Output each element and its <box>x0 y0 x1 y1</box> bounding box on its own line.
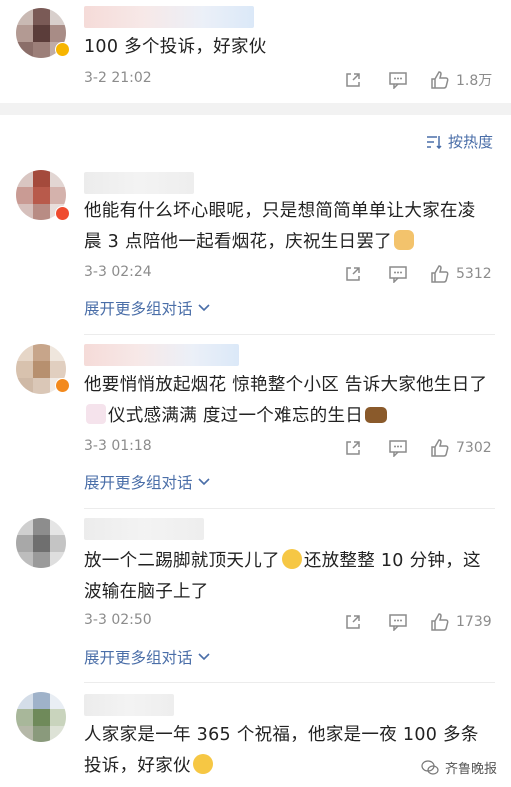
comment-icon[interactable] <box>388 436 408 460</box>
comment-text: 100 多个投诉，好家伙 <box>84 37 267 57</box>
like-button[interactable]: 7302 <box>430 436 492 460</box>
comment-icon[interactable] <box>388 262 408 286</box>
laugh-cry-emoji-icon <box>192 754 213 774</box>
sort-icon <box>426 135 442 149</box>
share-icon[interactable] <box>344 610 362 634</box>
like-button[interactable]: 1.8万 <box>430 68 492 92</box>
member-badge-icon <box>55 378 70 393</box>
share-icon[interactable] <box>344 262 362 286</box>
like-count: 1.8万 <box>456 73 493 89</box>
divider <box>84 682 495 683</box>
comment-text-content: 他要悄悄放起烟花 惊艳整个小区 告诉大家他生日了 <box>84 375 488 395</box>
section-separator <box>0 103 511 115</box>
birthday-cake-emoji-icon <box>86 404 106 424</box>
comment-feed: 100 多个投诉，好家伙 3-2 21:02 1.8万 按热度 他能有什么坏心眼… <box>0 0 511 787</box>
comment-time: 3-3 01:18 <box>84 438 152 454</box>
comment-icon[interactable] <box>388 610 408 634</box>
thumbs-up-icon <box>430 612 450 632</box>
doge-emoji-icon <box>393 230 414 250</box>
watermark: 齐鲁晚报 <box>421 758 497 777</box>
like-count: 7302 <box>456 440 492 456</box>
comment-text-content: 人家家是一年 365 个祝福，他家是一夜 100 多条投诉，好家伙 <box>84 725 479 776</box>
username-blurred[interactable] <box>84 694 174 716</box>
watermark-label: 齐鲁晚报 <box>444 762 497 777</box>
comment-text: 他能有什么坏心眼呢，只是想简简单单让大家在凌晨 3 点陪他一起看烟花，庆祝生日罢… <box>84 196 491 258</box>
like-count: 5312 <box>456 266 492 282</box>
expand-conversation-link[interactable]: 展开更多组对话 <box>84 471 211 493</box>
like-button[interactable]: 5312 <box>430 262 492 286</box>
chevron-down-icon <box>197 303 211 313</box>
chevron-down-icon <box>197 477 211 487</box>
member-badge-icon <box>55 206 70 221</box>
expand-label: 展开更多组对话 <box>84 474 193 492</box>
comment-time: 3-3 02:24 <box>84 264 152 280</box>
avatar[interactable] <box>16 692 66 742</box>
username-blurred[interactable] <box>84 172 194 194</box>
thumbs-up-icon <box>430 70 450 90</box>
username-blurred[interactable] <box>84 6 254 28</box>
smirk-emoji-icon <box>281 549 302 569</box>
thumbs-up-icon <box>430 264 450 284</box>
share-icon[interactable] <box>344 68 362 92</box>
expand-label: 展开更多组对话 <box>84 649 193 667</box>
comment-text: 他要悄悄放起烟花 惊艳整个小区 告诉大家他生日了仪式感满满 度过一个难忘的生日 <box>84 370 491 432</box>
comment-text: 放一个二踢脚就顶天儿了 还放整整 10 分钟，这波输在脑子上了 <box>84 546 491 608</box>
ox-emoji-icon <box>365 407 388 423</box>
like-button[interactable]: 1739 <box>430 610 492 634</box>
comment-time: 3-2 21:02 <box>84 70 152 86</box>
verified-badge-icon <box>55 42 70 57</box>
chevron-down-icon <box>197 652 211 662</box>
comment-text-content: 仪式感满满 度过一个难忘的生日 <box>108 406 364 426</box>
expand-conversation-link[interactable]: 展开更多组对话 <box>84 646 211 668</box>
like-count: 1739 <box>456 614 492 630</box>
expand-label: 展开更多组对话 <box>84 300 193 318</box>
comment-time: 3-3 02:50 <box>84 612 152 628</box>
share-icon[interactable] <box>344 436 362 460</box>
divider <box>84 334 495 335</box>
username-blurred[interactable] <box>84 344 239 366</box>
expand-conversation-link[interactable]: 展开更多组对话 <box>84 297 211 319</box>
avatar[interactable] <box>16 518 66 568</box>
sort-label: 按热度 <box>447 133 493 151</box>
comment-text-content: 他能有什么坏心眼呢，只是想简简单单让大家在凌晨 3 点陪他一起看烟花，庆祝生日罢… <box>84 201 476 252</box>
comment-icon[interactable] <box>388 68 408 92</box>
thumbs-up-icon <box>430 438 450 458</box>
username-blurred[interactable] <box>84 518 204 540</box>
sort-by-hot-button[interactable]: 按热度 <box>426 131 493 152</box>
comment-text-content: 放一个二踢脚就顶天儿了 <box>84 551 280 571</box>
wechat-icon <box>421 759 439 776</box>
divider <box>84 508 495 509</box>
